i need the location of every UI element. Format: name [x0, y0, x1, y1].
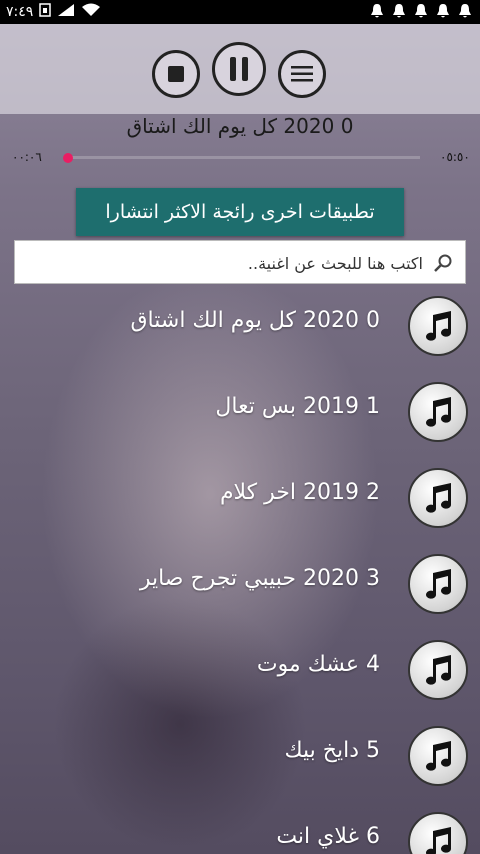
song-title: 4 عشك موت: [256, 652, 380, 677]
wifi-icon: [81, 3, 101, 21]
music-note-icon: [408, 468, 468, 528]
status-bar: ٧:٤٩: [0, 0, 480, 24]
song-title: 3 2020 حبيبي تجرح صاير: [139, 566, 380, 591]
music-note-icon: [408, 726, 468, 786]
search-input[interactable]: [21, 245, 425, 281]
menu-icon: [291, 66, 313, 82]
signal-icon: [57, 3, 75, 21]
notification-bell-icon: [437, 4, 449, 18]
search-icon[interactable]: [433, 253, 453, 277]
elapsed-time: ٠٠:٠٦: [12, 150, 42, 164]
sim-icon: [39, 3, 52, 21]
pause-icon: [230, 57, 248, 81]
music-note-icon: [408, 382, 468, 442]
song-title: 6 غلاي انت: [276, 824, 380, 849]
notification-bell-icon: [415, 4, 427, 18]
notification-bell-icon: [393, 4, 405, 18]
seek-bar[interactable]: [64, 156, 420, 159]
song-item[interactable]: 4 عشك موت: [0, 640, 480, 726]
song-item[interactable]: 6 غلاي انت: [0, 812, 480, 854]
music-note-icon: [408, 812, 468, 854]
song-item[interactable]: 0 2020 كل يوم الك اشتاق: [0, 296, 480, 382]
more-apps-button[interactable]: تطبيقات اخرى رائجة الاكثر انتشارا: [76, 188, 404, 236]
song-item[interactable]: 2 2019 اخر كلام: [0, 468, 480, 554]
stop-icon: [168, 66, 184, 82]
song-item[interactable]: 3 2020 حبيبي تجرح صاير: [0, 554, 480, 640]
playback-controls: [0, 42, 480, 102]
seek-thumb[interactable]: [62, 153, 73, 163]
music-note-icon: [408, 296, 468, 356]
stop-button[interactable]: [152, 50, 200, 98]
song-title: 1 2019 بس تعال: [215, 394, 380, 419]
song-item[interactable]: 1 2019 بس تعال: [0, 382, 480, 468]
status-left: ٧:٤٩: [6, 3, 101, 21]
notification-icons: [370, 3, 472, 19]
pause-button[interactable]: [212, 42, 266, 96]
music-note-icon: [408, 640, 468, 700]
music-note-icon: [408, 554, 468, 614]
search-box: [14, 240, 466, 284]
menu-button[interactable]: [278, 50, 326, 98]
duration-time: ٠٥:٥٠: [440, 150, 470, 164]
clock: ٧:٤٩: [6, 4, 34, 20]
song-item[interactable]: 5 دايخ بيك: [0, 726, 480, 812]
now-playing-title: 0 2020 كل يوم الك اشتاق: [126, 114, 354, 138]
song-title: 2 2019 اخر كلام: [219, 480, 380, 505]
song-title: 0 2020 كل يوم الك اشتاق: [130, 308, 380, 333]
song-title: 5 دايخ بيك: [284, 738, 380, 763]
notification-bell-icon: [459, 4, 471, 18]
notification-bell-icon: [371, 4, 383, 18]
